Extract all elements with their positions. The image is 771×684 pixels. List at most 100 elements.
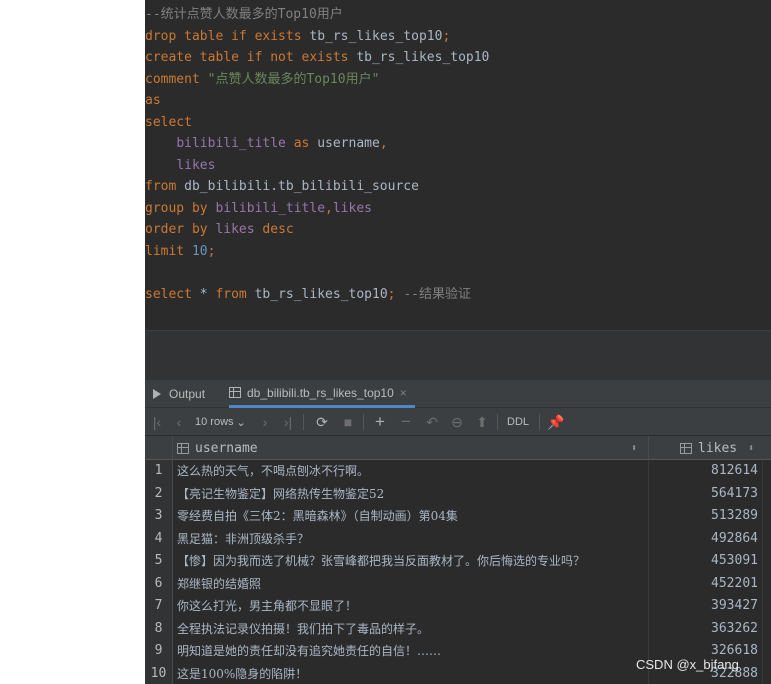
- code-line: comment "点赞人数最多的Top10用户": [145, 69, 771, 91]
- cell-likes[interactable]: 812614: [650, 460, 758, 483]
- tab-result-table[interactable]: db_bilibili.tb_rs_likes_top10 ×: [229, 380, 415, 408]
- previous-page-icon[interactable]: ‹: [171, 408, 187, 436]
- column-header-username[interactable]: username ⬍: [173, 436, 649, 460]
- code-line: group by bilibili_title,likes: [145, 198, 771, 220]
- code-line: create table if not exists tb_rs_likes_t…: [145, 47, 771, 69]
- delete-row-icon[interactable]: −: [397, 408, 415, 436]
- first-page-icon[interactable]: |‹: [149, 408, 165, 436]
- toolbar-separator: [539, 414, 540, 430]
- code-token: desc: [254, 222, 294, 237]
- table-row[interactable]: 3 零经费自拍《三体2：黑暗森林》（自制动画）第04集 513289: [145, 505, 771, 528]
- vertical-scrollbar[interactable]: [762, 460, 771, 684]
- table-header: username ⬍ likes ⬍: [145, 436, 771, 460]
- code-token: group by: [145, 200, 216, 216]
- table-icon: [229, 387, 241, 398]
- stop-icon[interactable]: ■: [339, 408, 357, 436]
- tab-output[interactable]: Output: [153, 380, 205, 408]
- row-number: 2: [145, 482, 173, 505]
- code-token: likes: [332, 200, 372, 216]
- next-page-icon[interactable]: ›: [257, 408, 273, 436]
- cell-username[interactable]: 全程执法记录仪拍摄！我们拍下了毒品的样子。: [173, 617, 649, 640]
- code-token: limit: [145, 243, 192, 259]
- cell-likes[interactable]: 453091: [650, 550, 758, 573]
- table-row[interactable]: 6 郑继银的结婚照 452201: [145, 572, 771, 596]
- code-token: ,: [325, 200, 333, 216]
- table-row[interactable]: 5 【惨】因为我而选了机械？张雪峰都把我当反面教材了。你后悔选的专业吗？ 45309…: [145, 550, 771, 573]
- cell-username[interactable]: 黑足猫：非洲顶级杀手？: [173, 527, 649, 550]
- row-number: 6: [145, 572, 173, 595]
- row-number-header: [145, 436, 173, 460]
- toolbar-separator: [497, 414, 498, 430]
- column-header-label: username: [195, 440, 258, 456]
- code-line: order by likes desc: [145, 219, 771, 241]
- cell-username[interactable]: 【亮记生物鉴定】网络热传生物鉴定52: [173, 482, 649, 505]
- table-row[interactable]: 4 黑足猫：非洲顶级杀手？ 492864: [145, 527, 771, 551]
- tab-result-label: db_bilibili.tb_rs_likes_top10: [247, 385, 394, 400]
- code-token: as: [145, 93, 161, 108]
- code-token: from: [215, 286, 255, 302]
- toolbar-separator: [303, 414, 304, 430]
- rows-count-select[interactable]: 10 rows ⌄: [195, 408, 246, 436]
- tab-output-label: Output: [169, 387, 206, 401]
- revert-selected-icon[interactable]: ⊖: [448, 408, 466, 436]
- column-header-label: likes: [698, 440, 738, 456]
- code-line: as: [145, 90, 771, 112]
- cell-username[interactable]: 零经费自拍《三体2：黑暗森林》（自制动画）第04集: [173, 505, 649, 528]
- cell-username[interactable]: 【惨】因为我而选了机械？张雪峰都把我当反面教材了。你后悔选的专业吗？: [173, 550, 649, 573]
- table-row[interactable]: 8 全程执法记录仪拍摄！我们拍下了毒品的样子。 363262: [145, 617, 771, 641]
- column-header-likes[interactable]: likes ⬍: [650, 436, 762, 460]
- refresh-icon[interactable]: ⟳: [313, 408, 331, 436]
- submit-icon[interactable]: ⬆: [473, 408, 491, 436]
- editor-result-divider[interactable]: [145, 330, 771, 380]
- cell-likes[interactable]: 452201: [650, 573, 758, 596]
- sql-editor[interactable]: --统计点赞人数最多的Top10用户 drop table if exists t…: [145, 4, 771, 330]
- code-token: drop table if exists: [145, 28, 310, 44]
- code-token: order by: [145, 222, 216, 237]
- code-token: *: [199, 286, 216, 302]
- revert-icon[interactable]: ↶: [423, 408, 441, 436]
- code-token: username: [317, 136, 380, 151]
- watermark: CSDN @x_bjfang: [636, 657, 739, 672]
- code-line: drop table if exists tb_rs_likes_top10;: [145, 26, 771, 48]
- table-row[interactable]: 1 这么热的天气，不喝点刨冰不行啊。 812614: [145, 460, 771, 483]
- cell-likes[interactable]: 393427: [650, 595, 758, 618]
- row-number: 1: [145, 460, 173, 483]
- code-line: select: [145, 112, 771, 134]
- cell-username[interactable]: 这是100%隐身的陷阱！: [173, 662, 649, 684]
- sort-icon[interactable]: ⬍: [631, 443, 637, 454]
- toolbar-separator: [363, 414, 364, 430]
- ddl-button[interactable]: DDL: [507, 408, 529, 436]
- code-token: ;: [207, 243, 216, 259]
- chevron-down-icon: ⌄: [236, 416, 246, 429]
- pin-tab-icon[interactable]: 📌: [547, 408, 565, 436]
- code-line: select * from tb_rs_likes_top10; --结果验证: [145, 284, 771, 306]
- cell-username[interactable]: 这么热的天气，不喝点刨冰不行啊。: [173, 460, 649, 483]
- table-row[interactable]: 7 你这么打光，男主角都不显眼了！ 393427: [145, 595, 771, 618]
- cell-likes[interactable]: 363262: [650, 618, 758, 641]
- cell-likes[interactable]: 513289: [650, 505, 758, 528]
- row-number: 10: [145, 662, 173, 684]
- code-token: from: [145, 179, 185, 194]
- code-token: likes: [215, 222, 255, 237]
- code-token: tb_rs_likes_top10: [254, 286, 388, 302]
- last-page-icon[interactable]: ›|: [279, 408, 297, 436]
- code-token: create table if not exists: [145, 50, 357, 65]
- sort-icon[interactable]: ⬍: [748, 443, 754, 454]
- code-token: tb_rs_likes_top10: [356, 50, 490, 65]
- cell-likes[interactable]: 492864: [650, 528, 758, 551]
- cell-username[interactable]: 你这么打光，男主角都不显眼了！: [173, 595, 649, 618]
- code-line: --统计点赞人数最多的Top10用户: [145, 4, 771, 26]
- code-token: bilibili_title: [176, 136, 286, 151]
- add-row-icon[interactable]: +: [371, 408, 389, 436]
- rows-count-label: 10 rows: [195, 416, 234, 428]
- cell-username[interactable]: 郑继银的结婚照: [173, 572, 649, 595]
- cell-likes[interactable]: 564173: [650, 483, 758, 506]
- close-tab-icon[interactable]: ×: [400, 386, 407, 400]
- code-token: select: [145, 286, 200, 302]
- table-row[interactable]: 2 【亮记生物鉴定】网络热传生物鉴定52 564173: [145, 482, 771, 506]
- code-token: likes: [176, 157, 216, 173]
- cell-username[interactable]: 明知道是她的责任却没有追究她责任的自信！……: [173, 640, 649, 663]
